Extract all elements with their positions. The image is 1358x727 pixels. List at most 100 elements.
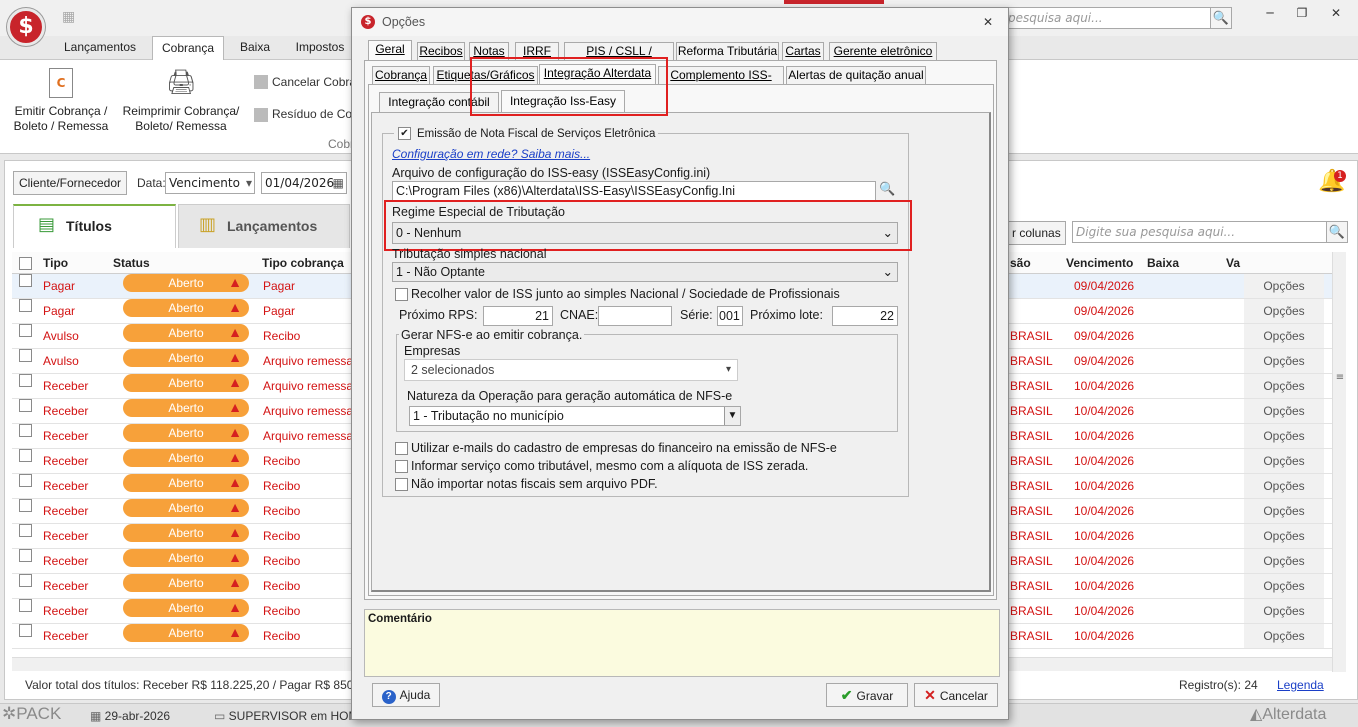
tab-gerente-eletronico[interactable]: Gerente eletrônico	[829, 42, 937, 60]
comentario-box[interactable]	[364, 609, 1000, 677]
legenda-link[interactable]: Legenda	[1277, 678, 1324, 692]
regime-label: Regime Especial de Tributação	[392, 205, 566, 219]
row-checkbox[interactable]	[19, 324, 32, 337]
row-checkbox[interactable]	[19, 549, 32, 562]
row-checkbox[interactable]	[19, 499, 32, 512]
recolher-iss-checkbox[interactable]	[395, 288, 408, 301]
ribbon-tab-baixa[interactable]: Baixa	[230, 36, 280, 59]
opcoes-button[interactable]: Opções	[1244, 599, 1324, 623]
regime-select[interactable]: 0 - Nenhum ⌄	[392, 222, 898, 244]
opcoes-button[interactable]: Opções	[1244, 549, 1324, 573]
row-checkbox[interactable]	[19, 299, 32, 312]
vertical-scrollbar[interactable]: ≡	[1332, 252, 1346, 672]
arquivo-input[interactable]: C:\Program Files (x86)\Alterdata\ISS-Eas…	[392, 181, 876, 201]
global-search-input[interactable]: pesquisa aqui...	[1004, 7, 1210, 29]
empresas-select[interactable]: 2 selecionados ▾	[404, 359, 738, 381]
opcoes-button[interactable]: Opções	[1244, 274, 1324, 298]
table-search-button[interactable]: 🔍	[1326, 221, 1348, 243]
nfse-legend[interactable]: ✔ Emissão de Nota Fiscal de Serviços Ele…	[394, 126, 659, 142]
gravar-button[interactable]: ✔ Gravar	[826, 683, 908, 707]
tab-complemento-iss-easy[interactable]: Complemento ISS-Easy	[658, 66, 784, 99]
emissao-nfse-checkbox[interactable]: ✔	[398, 127, 411, 140]
opcoes-button[interactable]: Opções	[1244, 574, 1324, 598]
opcoes-button[interactable]: Opções	[1244, 424, 1324, 448]
table-search-input[interactable]: Digite sua pesquisa aqui...	[1072, 221, 1328, 243]
tab-alertas-quitacao[interactable]: Alertas de quitação anual	[786, 66, 926, 84]
global-search-button[interactable]: 🔍	[1210, 7, 1232, 29]
cancelar-button[interactable]: ✕ Cancelar	[914, 683, 998, 707]
ajuda-button[interactable]: ? Ajuda	[372, 683, 440, 707]
col-vencimento[interactable]: Vencimento	[1066, 252, 1133, 274]
opcoes-button[interactable]: Opções	[1244, 624, 1324, 648]
emitir-cobranca-button[interactable]: Emitir Cobrança / Boleto / Remessa	[8, 104, 114, 134]
cnae-input[interactable]	[598, 306, 672, 326]
col-valor[interactable]: Va	[1226, 252, 1240, 274]
ribbon-tab-cobranca[interactable]: Cobrança	[152, 36, 224, 60]
opcoes-button[interactable]: Opções	[1244, 524, 1324, 548]
minimize-button[interactable]: ─	[1258, 6, 1282, 26]
opcoes-button[interactable]: Opções	[1244, 499, 1324, 523]
opcoes-button[interactable]: Opções	[1244, 324, 1324, 348]
nao-importar-checkbox[interactable]	[395, 478, 408, 491]
ribbon-tab-lancamentos[interactable]: Lançamentos	[55, 36, 145, 59]
scroll-thumb[interactable]: ≡	[1333, 372, 1347, 386]
row-checkbox[interactable]	[19, 474, 32, 487]
col-emissao[interactable]: são	[1010, 252, 1031, 274]
row-checkbox[interactable]	[19, 399, 32, 412]
opcoes-button[interactable]: Opções	[1244, 399, 1324, 423]
proximo-rps-input[interactable]: 21	[483, 306, 553, 326]
cliente-fornecedor-button[interactable]: Cliente/Fornecedor	[13, 171, 127, 195]
select-all-checkbox[interactable]	[19, 257, 32, 270]
opcoes-button[interactable]: Opções	[1244, 474, 1324, 498]
tab-lancamentos[interactable]: ▥ Lançamentos	[178, 204, 350, 248]
col-tipo[interactable]: Tipo	[43, 252, 68, 274]
tab-recibos[interactable]: Recibos	[417, 42, 465, 60]
col-status[interactable]: Status	[113, 252, 150, 274]
row-checkbox[interactable]	[19, 349, 32, 362]
utilizar-emails-checkbox[interactable]	[395, 442, 408, 455]
grid-icon[interactable]: ▦	[62, 9, 78, 25]
opcoes-button[interactable]: Opções	[1244, 349, 1324, 373]
date-input[interactable]: 01/04/2026 ▦	[261, 172, 347, 194]
row-checkbox[interactable]	[19, 574, 32, 587]
opcoes-button[interactable]: Opções	[1244, 299, 1324, 323]
calendar-icon[interactable]: ▦	[333, 173, 344, 193]
colunas-button[interactable]: r colunas	[1008, 221, 1066, 245]
natureza-select[interactable]: 1 - Tributação no município ▼	[409, 406, 741, 426]
simples-select[interactable]: 1 - Não Optante ⌄	[392, 262, 898, 282]
dropdown-arrow-icon: ▼	[724, 407, 740, 425]
close-app-button[interactable]: ✕	[1324, 6, 1348, 26]
tab-titulos[interactable]: ▤ Títulos	[13, 204, 176, 248]
cancelar-cobranca-button[interactable]: Cancelar Cobra	[272, 75, 356, 89]
cell-banco: BRASIL	[1010, 554, 1053, 568]
cell-banco: BRASIL	[1010, 579, 1053, 593]
browse-search-icon[interactable]: 🔍	[879, 182, 897, 200]
row-checkbox[interactable]	[19, 599, 32, 612]
tab-cartas[interactable]: Cartas	[782, 42, 824, 60]
col-baixa[interactable]: Baixa	[1147, 252, 1179, 274]
tab-geral[interactable]: Geral	[368, 40, 412, 60]
row-checkbox[interactable]	[19, 274, 32, 287]
residuo-cobranca-button[interactable]: Resíduo de Cob	[272, 107, 359, 121]
row-checkbox[interactable]	[19, 624, 32, 637]
informar-servico-checkbox[interactable]	[395, 460, 408, 473]
row-checkbox[interactable]	[19, 374, 32, 387]
app-logo[interactable]: $	[7, 8, 45, 46]
empresas-label: Empresas	[404, 344, 461, 358]
row-checkbox[interactable]	[19, 449, 32, 462]
tab-cobranca[interactable]: Cobrança	[372, 66, 430, 84]
serie-input[interactable]: 001	[717, 306, 743, 326]
data-type-select[interactable]: Vencimento ▾	[165, 172, 255, 194]
opcoes-button[interactable]: Opções	[1244, 449, 1324, 473]
ribbon-tab-impostos[interactable]: Impostos	[288, 36, 352, 59]
reimprimir-cobranca-button[interactable]: Reimprimir Cobrança/ Boleto/ Remessa	[118, 104, 244, 134]
dialog-close-button[interactable]: ✕	[978, 15, 998, 29]
tab-reforma-tributaria[interactable]: Reforma Tributária	[676, 42, 779, 60]
opcoes-button[interactable]: Opções	[1244, 374, 1324, 398]
restore-button[interactable]: ❐	[1290, 6, 1314, 26]
row-checkbox[interactable]	[19, 424, 32, 437]
proximo-lote-input[interactable]: 22	[832, 306, 898, 326]
col-tipo-cobranca[interactable]: Tipo cobrança	[262, 252, 344, 274]
row-checkbox[interactable]	[19, 524, 32, 537]
config-rede-link[interactable]: Configuração em rede? Saiba mais...	[392, 147, 590, 161]
